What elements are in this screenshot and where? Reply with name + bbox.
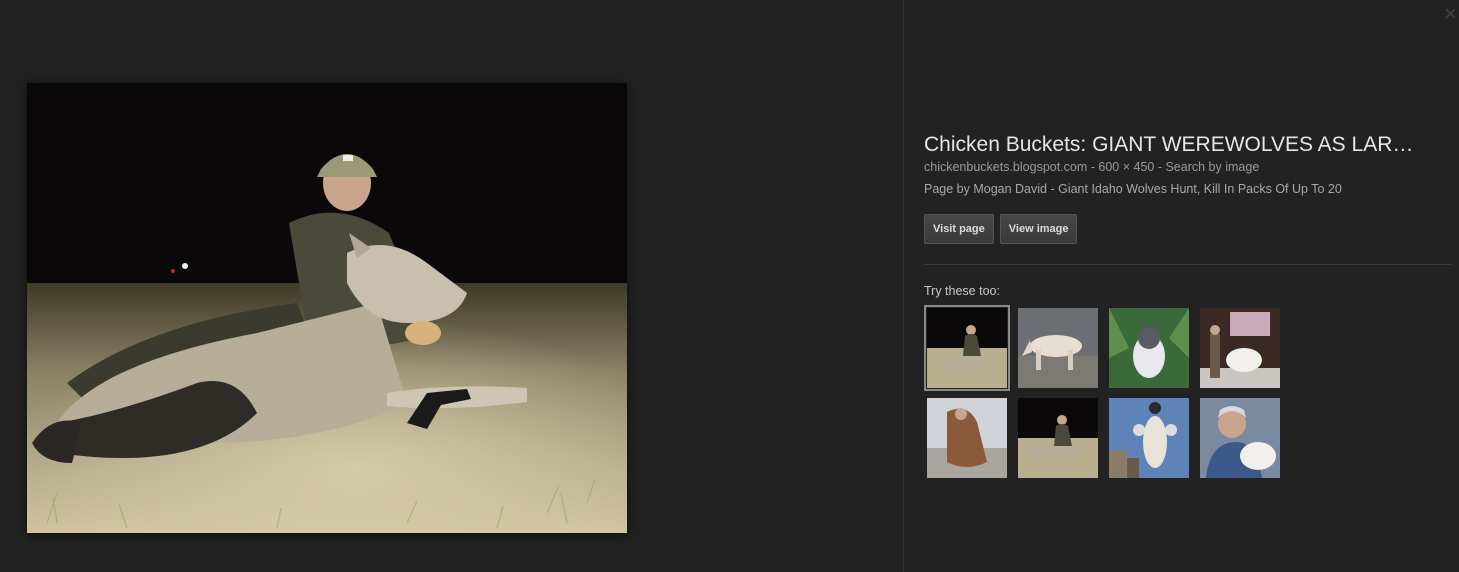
image-details: Chicken Buckets: GIANT WEREWOLVES AS LAR… — [924, 132, 1454, 244]
related-thumbnail[interactable] — [924, 305, 1010, 391]
related-thumbnail[interactable] — [1015, 305, 1101, 391]
related-thumbnail[interactable] — [924, 395, 1010, 481]
main-preview-image[interactable] — [27, 83, 627, 533]
meta-separator: - — [1087, 160, 1099, 174]
related-thumbnail[interactable] — [1015, 395, 1101, 481]
related-label: Try these too: — [924, 284, 1000, 298]
section-divider — [924, 264, 1452, 265]
related-thumbnail[interactable] — [1106, 395, 1192, 481]
result-title[interactable]: Chicken Buckets: GIANT WEREWOLVES AS LAR… — [924, 132, 1444, 158]
search-by-image-link[interactable]: Search by image — [1165, 160, 1259, 174]
related-thumbnail[interactable] — [1197, 305, 1283, 391]
visit-page-button[interactable]: Visit page — [924, 214, 994, 244]
action-buttons: Visit page View image — [924, 214, 1454, 244]
view-image-button[interactable]: View image — [999, 214, 1078, 244]
image-viewer-panel: × Chicken Buckets: GIANT WEREWOLVES AS L… — [0, 0, 1459, 572]
related-thumbnails — [924, 305, 1283, 481]
result-domain: chickenbuckets.blogspot.com — [924, 160, 1088, 174]
related-thumbnail[interactable] — [1106, 305, 1192, 391]
panel-divider — [903, 0, 904, 572]
related-thumbnail[interactable] — [1197, 395, 1283, 481]
close-icon[interactable]: × — [1444, 3, 1459, 25]
result-dimensions: 600 × 450 — [1098, 160, 1155, 174]
meta-separator: - — [1154, 160, 1166, 174]
result-meta: chickenbuckets.blogspot.com - 600 × 450 … — [924, 159, 1454, 176]
result-description: Page by Mogan David - Giant Idaho Wolves… — [924, 182, 1342, 196]
